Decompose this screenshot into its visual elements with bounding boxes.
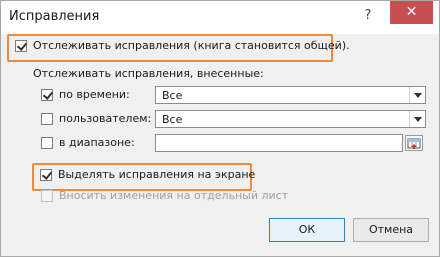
by-time-select[interactable]: Все — [155, 86, 426, 104]
track-changes-label[interactable]: Отслеживать исправления (книга становитс… — [33, 39, 350, 52]
list-on-sheet-label: Вносить изменения на отдельный лист — [59, 189, 289, 202]
chevron-down-icon[interactable] — [409, 111, 425, 127]
section-label: Отслеживать исправления, внесенные: — [33, 67, 264, 80]
help-icon[interactable]: ? — [359, 8, 377, 30]
by-user-value: Все — [162, 113, 183, 126]
by-user-select[interactable]: Все — [155, 110, 426, 128]
close-icon[interactable]: ✕ — [390, 1, 433, 24]
range-picker-button[interactable] — [405, 135, 423, 151]
title-bar: Исправления ? ✕ — [1, 1, 439, 34]
by-time-label[interactable]: по времени: — [59, 88, 130, 101]
dialog-window: Исправления ? ✕ Отслеживать исправления … — [0, 0, 440, 257]
by-user-label[interactable]: пользователем: — [59, 112, 151, 125]
in-range-label[interactable]: в диапазоне: — [59, 136, 135, 149]
ok-button[interactable]: ОК — [269, 218, 345, 242]
in-range-checkbox[interactable] — [41, 137, 53, 149]
by-time-checkbox[interactable] — [41, 89, 53, 101]
highlight-on-screen-label[interactable]: Выделять исправления на экране — [58, 168, 255, 181]
list-on-sheet-checkbox — [41, 190, 53, 202]
range-picker-icon — [407, 138, 421, 149]
by-user-checkbox[interactable] — [41, 113, 53, 125]
highlight-on-screen-checkbox[interactable] — [40, 169, 52, 181]
chevron-down-icon[interactable] — [409, 87, 425, 103]
range-input[interactable] — [155, 134, 403, 152]
cancel-button[interactable]: Отмена — [353, 218, 429, 242]
by-time-value: Все — [162, 89, 183, 102]
track-changes-checkbox[interactable] — [15, 40, 27, 52]
dialog-title: Исправления — [9, 9, 100, 24]
